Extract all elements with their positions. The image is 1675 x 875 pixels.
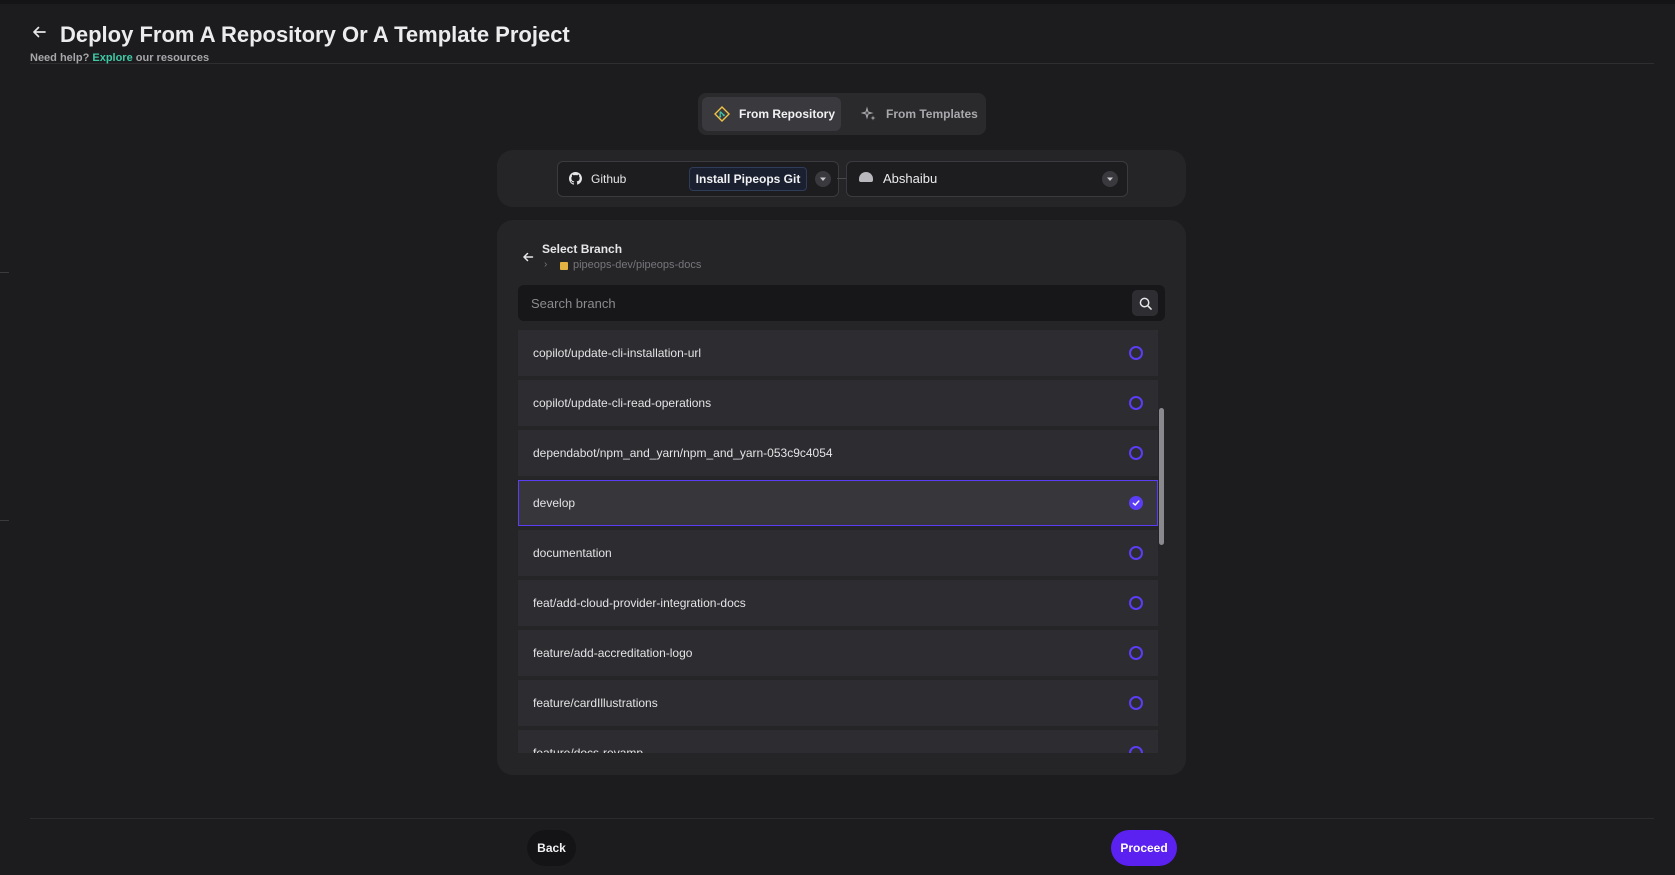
branch-name: feat/add-cloud-provider-integration-docs: [533, 596, 746, 610]
top-strip: [0, 0, 1675, 4]
git-diamond-icon: [714, 106, 730, 122]
branch-row[interactable]: dependabot/npm_and_yarn/npm_and_yarn-053…: [518, 430, 1158, 476]
radio-unchecked[interactable]: [1129, 646, 1143, 660]
radio-unchecked[interactable]: [1129, 546, 1143, 560]
branch-row[interactable]: feature/docs-revamp: [518, 730, 1158, 753]
branch-name: feature/add-accreditation-logo: [533, 646, 693, 660]
radio-unchecked[interactable]: [1129, 396, 1143, 410]
account-name: Abshaibu: [883, 171, 938, 186]
account-select[interactable]: Abshaibu: [846, 161, 1128, 197]
branch-row[interactable]: copilot/update-cli-installation-url: [518, 330, 1158, 376]
branch-row[interactable]: copilot/update-cli-read-operations: [518, 380, 1158, 426]
back-arrow-icon[interactable]: [522, 251, 534, 263]
scrollbar-thumb[interactable]: [1159, 408, 1164, 545]
radio-unchecked[interactable]: [1129, 446, 1143, 460]
radio-unchecked[interactable]: [1129, 596, 1143, 610]
branch-name: copilot/update-cli-read-operations: [533, 396, 712, 410]
branch-name: dependabot/npm_and_yarn/npm_and_yarn-053…: [533, 446, 833, 460]
branch-name: feature/cardIllustrations: [533, 696, 658, 710]
branch-name: feature/docs-revamp: [533, 746, 644, 753]
side-divider: [0, 272, 9, 273]
help-suffix: our resources: [135, 52, 210, 64]
radio-unchecked[interactable]: [1129, 746, 1143, 753]
radio-unchecked[interactable]: [1129, 346, 1143, 360]
source-toggle: From Repository From Templates: [698, 93, 986, 135]
proceed-button[interactable]: Proceed: [1111, 830, 1177, 866]
explore-link[interactable]: Explore: [92, 52, 132, 64]
panel-title: Select Branch: [542, 242, 623, 256]
branch-selection-card: Select Branch › pipeops-dev/pipeops-docs…: [497, 220, 1186, 775]
tab-from-templates[interactable]: From Templates: [849, 97, 979, 131]
repo-icon: [560, 262, 568, 270]
caret-down-icon: [820, 177, 826, 181]
branch-row[interactable]: documentation: [518, 530, 1158, 576]
check-icon: [1132, 500, 1140, 506]
provider-select[interactable]: Github Install Pipeops Git: [557, 161, 839, 197]
caret-down-icon: [1107, 177, 1113, 181]
search-icon: [1139, 297, 1152, 310]
sparkle-icon: [861, 106, 876, 121]
radio-unchecked[interactable]: [1129, 696, 1143, 710]
branch-list-viewport: copilot/update-cli-installation-url copil…: [518, 330, 1163, 753]
branch-list-scrollbar: [1159, 330, 1165, 753]
branch-row[interactable]: feature/add-accreditation-logo: [518, 630, 1158, 676]
branch-name: copilot/update-cli-installation-url: [533, 346, 702, 360]
tab-from-repository[interactable]: From Repository: [702, 97, 841, 131]
branch-name: documentation: [533, 546, 612, 560]
branch-name: develop: [533, 496, 576, 510]
branch-row[interactable]: develop: [518, 480, 1158, 526]
connector-line: [837, 178, 846, 179]
install-git-app-button[interactable]: Install Pipeops Git: [689, 167, 807, 191]
branch-search: [518, 285, 1165, 321]
tab-label: From Templates: [886, 107, 978, 121]
search-button[interactable]: [1132, 290, 1158, 316]
footer-divider: [30, 818, 1654, 819]
branch-search-input[interactable]: [518, 285, 1118, 321]
page-header: Deploy From A Repository Or A Template P…: [30, 10, 1654, 64]
provider-dropdown-button[interactable]: [815, 171, 831, 187]
back-arrow-icon[interactable]: [30, 23, 48, 41]
account-dropdown-button[interactable]: [1102, 171, 1118, 187]
tab-label: From Repository: [739, 107, 836, 121]
page-title: Deploy From A Repository Or A Template P…: [60, 22, 570, 47]
help-prefix: Need help?: [30, 52, 90, 64]
help-text: Need help? Explore our resources: [30, 52, 209, 64]
back-button[interactable]: Back: [527, 830, 576, 866]
radio-checked[interactable]: [1129, 496, 1143, 510]
branch-row[interactable]: feat/add-cloud-provider-integration-docs: [518, 580, 1158, 626]
chevron-right-icon: ›: [544, 259, 548, 270]
github-icon: [569, 172, 582, 185]
account-avatar: [859, 172, 873, 182]
provider-label: Github: [591, 172, 627, 186]
repo-breadcrumb: pipeops-dev/pipeops-docs: [573, 259, 702, 271]
provider-card: Github Install Pipeops Git Abshaibu: [497, 150, 1186, 207]
branch-row[interactable]: feature/cardIllustrations: [518, 680, 1158, 726]
side-divider: [0, 520, 9, 521]
